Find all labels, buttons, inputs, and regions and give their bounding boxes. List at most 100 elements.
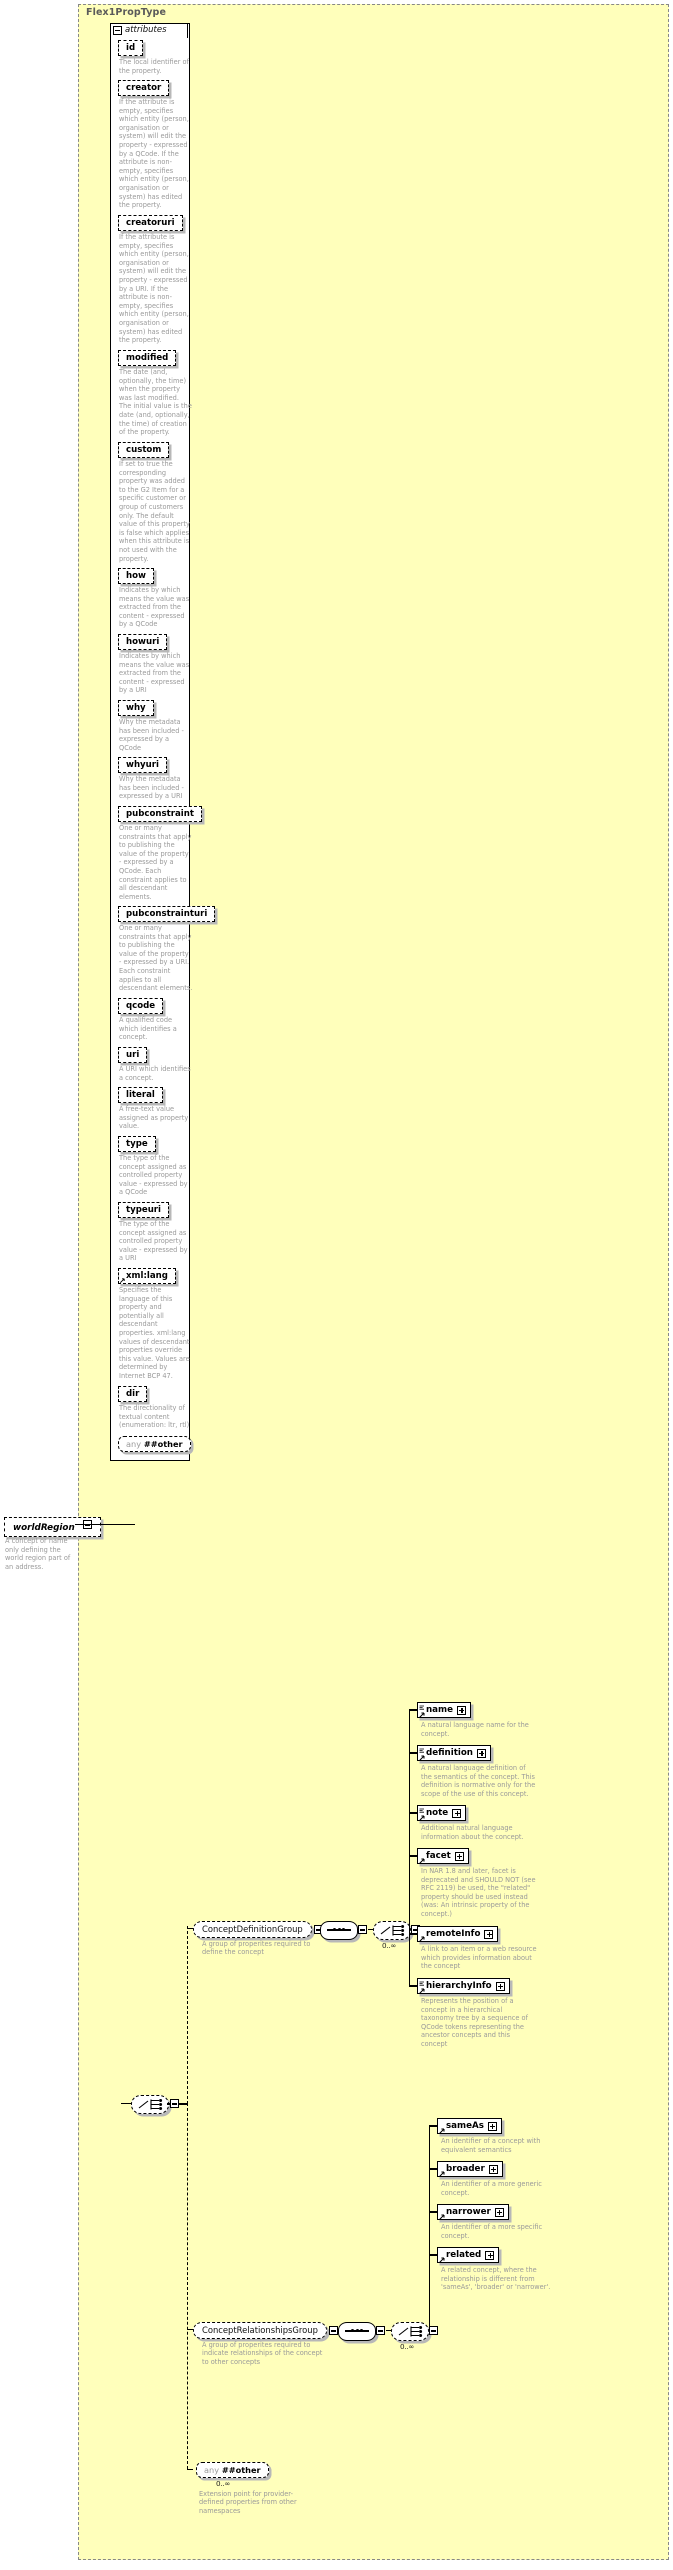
element-remoteInfo[interactable]: remoteInfo: [417, 1926, 499, 1942]
attribute-dir[interactable]: dir: [118, 1386, 148, 1402]
attribute-modified[interactable]: modified: [118, 350, 177, 366]
attribute-annotation: Why the metadata has been included - exp…: [119, 775, 184, 801]
connector: [167, 2103, 171, 2105]
attribute-literal[interactable]: literal: [118, 1087, 163, 1103]
group-label: ConceptDefinitionGroup: [202, 1924, 303, 1934]
plus-box-icon[interactable]: [495, 1981, 505, 1991]
minus-box-icon[interactable]: [170, 2099, 179, 2108]
element-annotation: A related concept, where the relationshi…: [441, 2266, 551, 2292]
sequence-widget[interactable]: [320, 1921, 358, 1940]
plus-box-icon[interactable]: [488, 2164, 498, 2174]
attribute-any-wildcard[interactable]: any ##other: [118, 1436, 191, 1452]
attribute-xml-lang[interactable]: xml:lang: [118, 1268, 176, 1284]
attribute-creatoruri[interactable]: creatoruri: [118, 215, 183, 231]
group-ConceptDefinitionGroup[interactable]: ConceptDefinitionGroup: [193, 1921, 312, 1938]
attribute-annotation: Why the metadata has been included - exp…: [119, 718, 184, 752]
connector: [409, 1985, 417, 1987]
element-broader[interactable]: broader: [437, 2161, 503, 2177]
element-spine: [409, 1710, 411, 1986]
sequence-lines-icon: [419, 1807, 425, 1813]
attribute-label: custom: [126, 445, 162, 455]
choice-widget[interactable]: [391, 2322, 429, 2341]
element-name[interactable]: name: [417, 1702, 471, 1718]
element-narrower[interactable]: narrower: [437, 2204, 509, 2220]
attribute-how[interactable]: how: [118, 568, 154, 584]
attribute-qcode[interactable]: qcode: [118, 998, 164, 1014]
element-definition[interactable]: definition: [417, 1745, 491, 1761]
element-hierarchyInfo[interactable]: hierarchyInfo: [417, 1978, 510, 1994]
root-element-worldregion[interactable]: worldRegion: [4, 1517, 101, 1537]
connector: [409, 1933, 417, 1935]
attributes-header[interactable]: attributes: [113, 25, 167, 35]
element-related[interactable]: related: [437, 2247, 500, 2263]
attributes-label: attributes: [125, 25, 167, 35]
plus-box-icon[interactable]: [485, 2250, 495, 2260]
attribute-why[interactable]: why: [118, 700, 154, 716]
attribute-annotation: The directionality of textual content (e…: [119, 1404, 190, 1430]
attribute-whyuri[interactable]: whyuri: [118, 757, 167, 773]
element-note[interactable]: note: [417, 1805, 467, 1821]
connector: [367, 1928, 373, 1931]
element-anchor-icon: [419, 1857, 425, 1864]
attribute-creator[interactable]: creator: [118, 80, 170, 96]
choice-widget[interactable]: [373, 1921, 411, 1940]
attribute-uri[interactable]: uri: [118, 1047, 148, 1063]
element-label: note: [426, 1807, 449, 1818]
attribute-annotation: One or many constraints that apply to pu…: [119, 924, 193, 993]
attribute-label: modified: [126, 353, 169, 363]
attribute-annotation: The type of the concept assigned as cont…: [119, 1154, 188, 1197]
element-label: narrower: [446, 2206, 491, 2217]
element-sameAs[interactable]: sameAs: [437, 2118, 502, 2134]
element-facet[interactable]: facet: [417, 1848, 469, 1864]
attribute-annotation: If the attribute is empty, specifies whi…: [119, 98, 189, 210]
model-any-wildcard[interactable]: any ##other: [196, 2462, 269, 2478]
model-choice-widget[interactable]: [131, 2095, 169, 2114]
attribute-annotation: One or many constraints that apply to pu…: [119, 824, 192, 901]
group-ConceptRelationshipsGroup[interactable]: ConceptRelationshipsGroup: [193, 2322, 327, 2339]
connector: [409, 1812, 417, 1814]
attribute-label: pubconstrainturi: [126, 909, 208, 919]
attribute-id[interactable]: id: [118, 40, 144, 56]
attribute-label: why: [126, 703, 146, 713]
group-annotation: A group of properites required to indica…: [202, 2341, 323, 2366]
minus-box-icon[interactable]: [329, 2326, 338, 2335]
attribute-annotation: Indicates by which means the value was e…: [119, 652, 190, 695]
plus-box-icon[interactable]: [454, 1851, 464, 1861]
attribute-howuri[interactable]: howuri: [118, 634, 168, 650]
attribute-annotation: If set to true the corresponding propert…: [119, 460, 190, 563]
plus-box-icon[interactable]: [457, 1705, 466, 1715]
plus-box-icon[interactable]: [477, 1748, 486, 1758]
minus-box-icon[interactable]: [376, 2326, 385, 2335]
attribute-pubconstrainturi[interactable]: pubconstrainturi: [118, 906, 216, 922]
plus-box-icon[interactable]: [487, 2121, 497, 2131]
attribute-anchor-icon: [120, 1278, 125, 1283]
element-annotation: In NAR 1.8 and later, facet is deprecate…: [421, 1867, 536, 1918]
element-anchor-icon: [439, 2256, 445, 2263]
sequence-widget[interactable]: [338, 2322, 376, 2341]
attribute-custom[interactable]: custom: [118, 442, 170, 458]
plus-box-icon[interactable]: [494, 2207, 504, 2217]
element-annotation: A natural language name for the concept.: [421, 1721, 529, 1738]
minus-box-icon[interactable]: [113, 25, 122, 35]
minus-box-icon[interactable]: [429, 2326, 438, 2335]
sequence-lines-icon: [419, 1980, 425, 1986]
minus-box-icon[interactable]: [358, 1925, 367, 1934]
element-anchor-icon: [419, 1987, 425, 1994]
attribute-pubconstraint[interactable]: pubconstraint: [118, 806, 202, 822]
attribute-label: xml:lang: [126, 1271, 168, 1281]
attribute-type[interactable]: type: [118, 1136, 156, 1152]
attribute-label: whyuri: [126, 760, 159, 770]
attribute-label: literal: [126, 1090, 155, 1100]
attribute-label: dir: [126, 1389, 140, 1399]
plus-box-icon[interactable]: [484, 1929, 494, 1939]
connector: [385, 2329, 391, 2332]
connector: [429, 2254, 437, 2256]
plus-box-icon[interactable]: [452, 1808, 462, 1818]
attribute-typeuri[interactable]: typeuri: [118, 1202, 169, 1218]
any-namespace: ##other: [219, 2465, 261, 2475]
any-occurrence: 0..∞: [216, 2479, 231, 2488]
attribute-annotation: The local identifier of the property.: [119, 58, 189, 75]
element-annotation: A link to an item or a web resource whic…: [421, 1945, 537, 1971]
sequence-lines-icon: [419, 1747, 425, 1753]
element-label: hierarchyInfo: [426, 1980, 492, 1991]
